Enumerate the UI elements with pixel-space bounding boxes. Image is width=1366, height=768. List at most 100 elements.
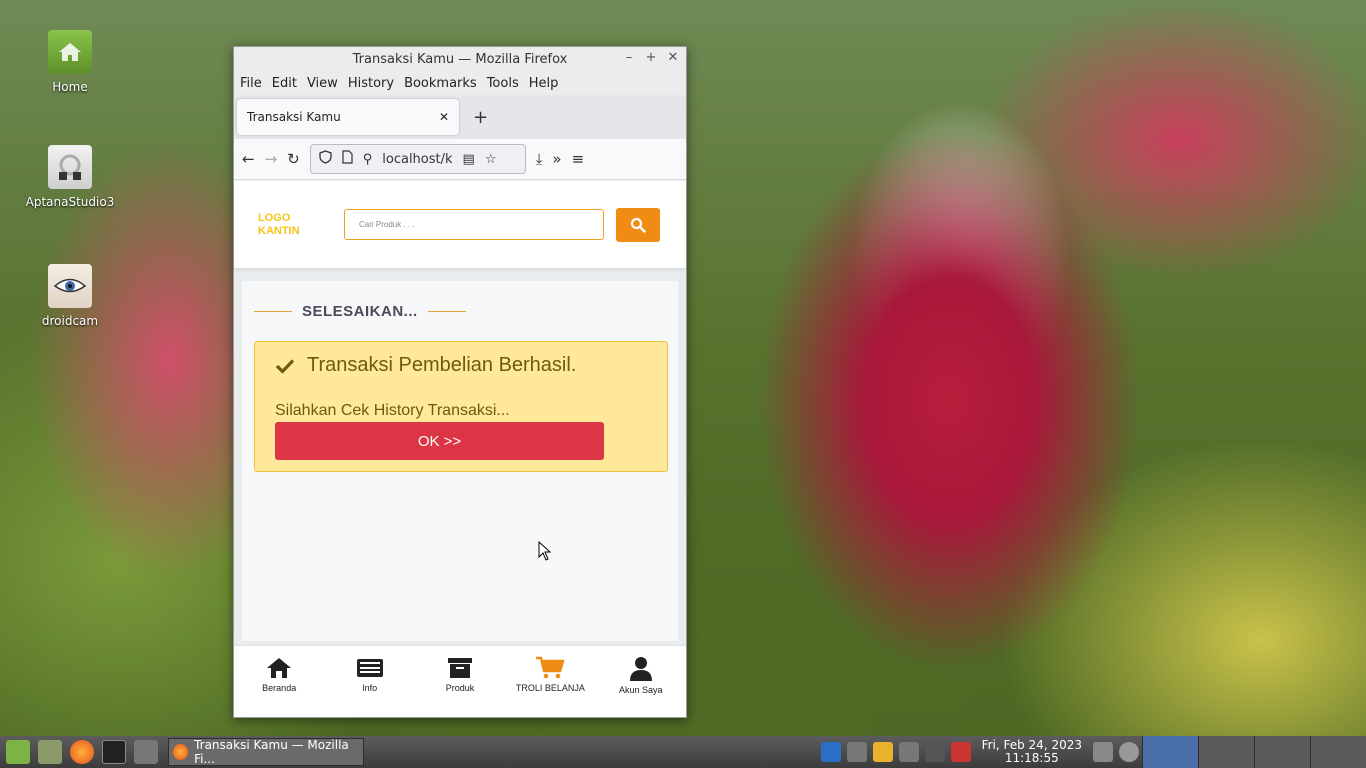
window-title: Transaksi Kamu — Mozilla Firefox: [352, 51, 568, 67]
show-desktop-icon[interactable]: [38, 740, 62, 764]
box-icon: [447, 658, 472, 678]
web-page: LOGO KANTIN Cari Produk . . . SELESAIKAN…: [234, 181, 686, 717]
page-icon: [342, 150, 353, 168]
battery-icon[interactable]: [1093, 742, 1113, 762]
firefox-launcher-icon[interactable]: [70, 740, 94, 764]
site-header: LOGO KANTIN Cari Produk . . .: [234, 181, 686, 268]
ok-button[interactable]: OK >>: [275, 422, 604, 460]
workspace-3[interactable]: [1254, 736, 1310, 768]
bookmark-star-icon[interactable]: ☆: [485, 152, 497, 167]
menu-bar: File Edit View History Bookmarks Tools H…: [234, 71, 686, 95]
menu-help[interactable]: Help: [529, 76, 559, 91]
workspace-4[interactable]: [1310, 736, 1366, 768]
aptana-icon: [48, 145, 92, 189]
taskbar: Transaksi Kamu — Mozilla Fi... Fri, Feb …: [0, 736, 1366, 768]
system-tray: Fri, Feb 24, 2023 11:18:55: [818, 736, 1366, 768]
taskbar-window-button[interactable]: Transaksi Kamu — Mozilla Fi...: [168, 738, 364, 766]
files-icon[interactable]: [134, 740, 158, 764]
new-tab-icon[interactable]: +: [473, 107, 488, 128]
desktop-icon-label: Home: [52, 80, 88, 94]
clock[interactable]: Fri, Feb 24, 2023 11:18:55: [982, 739, 1082, 765]
close-icon[interactable]: ✕: [666, 50, 680, 65]
desktop-icon-label: droidcam: [41, 314, 99, 328]
menu-tools[interactable]: Tools: [487, 76, 519, 91]
overflow-chevron-icon[interactable]: »: [552, 150, 561, 168]
nav-label: TROLI BELANJA: [515, 683, 585, 693]
browser-window: Transaksi Kamu — Mozilla Firefox – + ✕ F…: [233, 46, 687, 718]
security-status-icon[interactable]: [950, 742, 971, 762]
menu-view[interactable]: View: [307, 76, 338, 91]
mint-menu-icon[interactable]: [6, 740, 30, 764]
alert-message: Silahkan Cek History Transaksi...: [275, 402, 510, 419]
url-text: localhost/k: [382, 151, 453, 167]
bottom-nav: Beranda Info Produk TROLI BELANJA Akun S…: [234, 645, 686, 717]
main-content: SELESAIKAN... Transaksi Pembelian Berhas…: [242, 281, 678, 641]
success-alert: Transaksi Pembelian Berhasil. Silahkan C…: [254, 341, 668, 472]
menu-edit[interactable]: Edit: [272, 76, 297, 91]
section-heading: SELESAIKAN...: [254, 303, 466, 320]
newspaper-icon: [356, 659, 383, 677]
divider: [254, 311, 292, 312]
notes-icon[interactable]: [872, 742, 893, 762]
search-button[interactable]: [616, 207, 660, 242]
desktop-icon-aptana[interactable]: AptanaStudio3: [25, 145, 115, 209]
volume-icon[interactable]: [898, 742, 919, 762]
reader-mode-icon[interactable]: ▤: [463, 152, 475, 167]
bluetooth-icon[interactable]: [820, 742, 841, 762]
permissions-icon[interactable]: ⚲: [363, 152, 373, 167]
user-icon: [629, 657, 652, 681]
menu-history[interactable]: History: [348, 76, 394, 91]
nav-toolbar: ← → ↻ ⚲ localhost/k ▤ ☆ ⤓ » ≡: [234, 139, 686, 180]
nav-item-beranda[interactable]: Beranda: [244, 656, 314, 693]
tab-bar: Transaksi Kamu ✕ +: [234, 95, 686, 139]
maximize-icon[interactable]: +: [644, 50, 658, 65]
bluetooth-status-icon[interactable]: [924, 742, 945, 762]
hamburger-menu-icon[interactable]: ≡: [572, 150, 585, 168]
back-icon[interactable]: ←: [242, 150, 255, 168]
home-icon: [267, 658, 292, 678]
tab-close-icon[interactable]: ✕: [439, 110, 449, 124]
mouse-cursor-icon: [538, 541, 552, 561]
checkmark-icon: [275, 358, 295, 374]
nav-label: Akun Saya: [618, 685, 663, 695]
desktop-icon-droidcam[interactable]: droidcam: [25, 264, 115, 328]
search-input[interactable]: Cari Produk . . .: [344, 209, 604, 240]
desktop-icon-home[interactable]: Home: [25, 30, 115, 94]
window-titlebar[interactable]: Transaksi Kamu — Mozilla Firefox – + ✕: [234, 47, 686, 71]
terminal-icon[interactable]: [102, 740, 126, 764]
nav-item-produk[interactable]: Produk: [425, 656, 495, 693]
reload-icon[interactable]: ↻: [287, 150, 300, 168]
droidcam-icon: [48, 264, 92, 308]
tab-title: Transaksi Kamu: [247, 110, 341, 124]
forward-icon[interactable]: →: [265, 150, 278, 168]
nav-item-akun[interactable]: Akun Saya: [606, 656, 676, 695]
clock-time: 11:18:55: [1004, 751, 1059, 765]
divider: [427, 311, 466, 312]
network-icon[interactable]: [846, 742, 867, 762]
workspace-1[interactable]: [1142, 736, 1198, 768]
task-label: Transaksi Kamu — Mozilla Fi...: [194, 738, 349, 766]
folder-home-icon: [48, 30, 92, 74]
workspace-2[interactable]: [1198, 736, 1254, 768]
minimize-icon[interactable]: –: [622, 50, 636, 65]
update-icon[interactable]: [1119, 742, 1139, 762]
menu-bookmarks[interactable]: Bookmarks: [404, 76, 477, 91]
search-icon: [630, 217, 646, 233]
site-logo[interactable]: LOGO KANTIN: [258, 212, 344, 238]
nav-label: Beranda: [262, 683, 297, 693]
nav-item-troli[interactable]: TROLI BELANJA: [515, 656, 585, 693]
alert-heading: Transaksi Pembelian Berhasil.: [275, 354, 576, 377]
url-bar[interactable]: ⚲ localhost/k ▤ ☆: [309, 144, 526, 174]
alert-title: Transaksi Pembelian Berhasil.: [307, 354, 577, 376]
nav-label: Produk: [445, 683, 475, 693]
nav-item-info[interactable]: Info: [335, 656, 405, 693]
desktop-icon-label: AptanaStudio3: [25, 195, 115, 209]
shield-icon[interactable]: [319, 150, 332, 168]
cart-icon: [536, 656, 566, 679]
tab-transaksi[interactable]: Transaksi Kamu ✕: [237, 99, 459, 135]
section-title: SELESAIKAN...: [302, 303, 418, 320]
firefox-icon: [173, 744, 189, 760]
nav-label: Info: [362, 683, 378, 693]
download-icon[interactable]: ⤓: [536, 150, 543, 168]
menu-file[interactable]: File: [240, 76, 262, 91]
